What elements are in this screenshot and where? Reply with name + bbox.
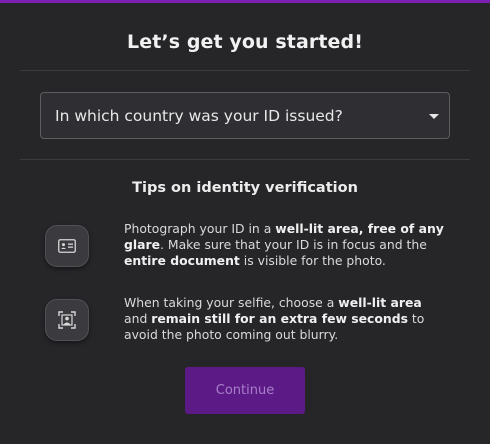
divider — [20, 70, 470, 71]
tip-selfie: When taking your selfie, choose a well-l… — [124, 295, 444, 343]
top-accent-bar — [0, 0, 490, 3]
tip-text-segment: Photograph your ID in a — [124, 221, 276, 236]
onboarding-page: Let’s get you started! In which country … — [0, 0, 490, 444]
id-card-icon — [45, 225, 89, 267]
tip-text-segment: and — [124, 311, 152, 326]
caret-down-icon — [429, 114, 439, 119]
continue-button[interactable]: Continue — [185, 367, 305, 414]
tip-text-segment: is visible for the photo. — [239, 253, 386, 268]
tip-emphasis: entire document — [124, 253, 240, 268]
tip-emphasis: well-lit area — [338, 295, 422, 310]
page-title: Let’s get you started! — [127, 31, 363, 53]
tip-id-photo: Photograph your ID in a well-lit area, f… — [124, 221, 444, 269]
country-select-placeholder: In which country was your ID issued? — [55, 106, 343, 125]
tip-text-segment: When taking your selfie, choose a — [124, 295, 339, 310]
selfie-frame-icon — [45, 299, 89, 341]
country-select[interactable]: In which country was your ID issued? — [40, 92, 450, 139]
tip-text-segment: . Make sure that your ID is in focus and… — [160, 237, 427, 252]
tips-heading: Tips on identity verification — [132, 180, 358, 196]
tip-emphasis: remain still for an extra few seconds — [151, 311, 408, 326]
divider — [20, 159, 470, 160]
